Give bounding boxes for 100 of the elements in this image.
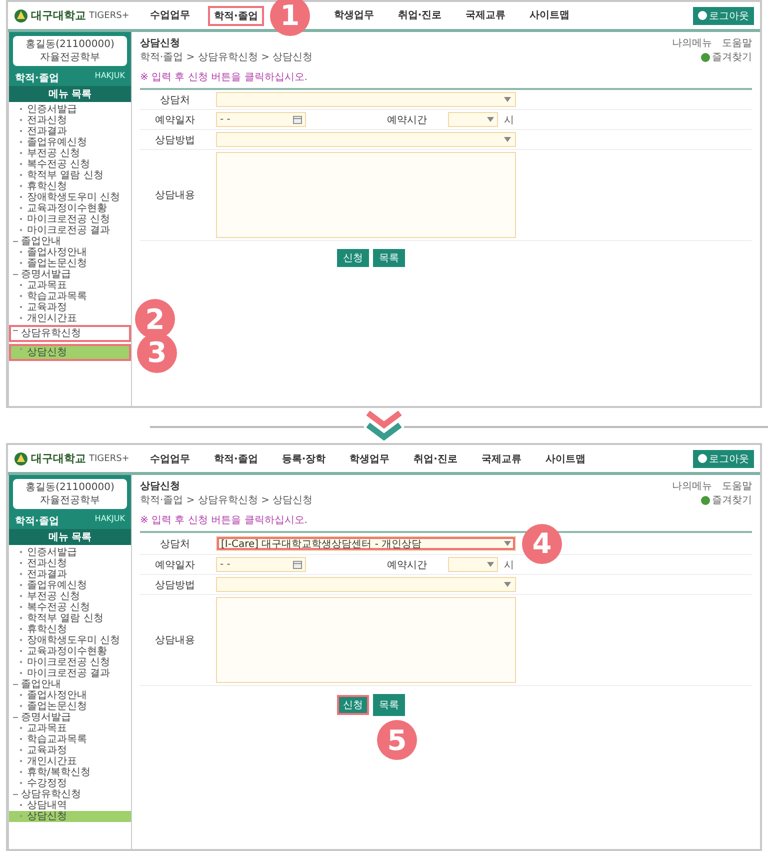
menu-group[interactable]: 졸업안내 — [9, 236, 131, 247]
time-select[interactable] — [448, 112, 498, 127]
menu-item[interactable]: 복수전공 신청 — [9, 602, 131, 613]
menu-item[interactable]: 장애학생도우미 신청 — [9, 635, 131, 646]
menu-item[interactable]: 전과결과 — [9, 569, 131, 580]
field-label: 상담처 — [159, 538, 191, 550]
favorite-link[interactable]: 즐겨찾기 — [701, 50, 752, 64]
menu-item[interactable]: 학습교과목록 — [9, 291, 131, 302]
menu-item[interactable]: 복수전공 신청 — [9, 159, 131, 170]
menu-item[interactable]: 휴학/복학신청 — [9, 767, 131, 778]
menu-group[interactable]: 상담유학신청 — [9, 789, 131, 800]
menu-group[interactable]: 졸업안내 — [9, 679, 131, 690]
menu-item[interactable]: 전과신청 — [9, 115, 131, 126]
nav-menu-item[interactable]: 학적·졸업 — [208, 6, 264, 26]
text-area[interactable] — [216, 152, 516, 238]
dropdown-caret-icon — [487, 117, 494, 122]
form-button[interactable]: 신청 — [337, 249, 369, 267]
step-number-badge: 4 — [522, 524, 562, 564]
menu-item[interactable]: 수강정정 — [9, 778, 131, 789]
step-number-badge: 3 — [137, 332, 177, 372]
menu-item[interactable]: 졸업사정안내 — [9, 247, 131, 258]
menu-item[interactable]: 마이크로전공 결과 — [9, 225, 131, 236]
menu-item[interactable]: 졸업유예신청 — [9, 580, 131, 591]
menu-item[interactable]: 졸업논문신청 — [9, 258, 131, 269]
nav-menu-item[interactable]: 사이트맵 — [524, 4, 576, 26]
dropdown-caret-icon — [504, 541, 511, 546]
menu-item[interactable]: 인증서발급 — [9, 547, 131, 558]
form-button[interactable]: 목록 — [373, 694, 405, 716]
section-subtitle: HAKJUK — [94, 514, 125, 525]
form-button[interactable]: 목록 — [373, 249, 405, 267]
menu-item[interactable]: 개인시간표 — [9, 313, 131, 324]
menu-item[interactable]: 교과목표 — [9, 723, 131, 734]
menu-group[interactable]: 증명서발급 — [9, 712, 131, 723]
menu-item[interactable]: 부전공 신청 — [9, 591, 131, 602]
date-field[interactable]: - - — [216, 112, 306, 127]
menu-item[interactable]: 학습교과목록 — [9, 734, 131, 745]
menu-item[interactable]: 학적부 열람 신청 — [9, 613, 131, 624]
field-label: 예약일자 — [154, 558, 196, 572]
nav-menu-item[interactable]: 학생업무 — [328, 4, 380, 26]
time-select[interactable] — [448, 557, 498, 572]
field-label: 상담내용 — [154, 634, 196, 647]
menu-item[interactable]: 교육과정 — [9, 745, 131, 756]
nav-menu-item[interactable]: 수업업무 — [144, 448, 196, 468]
select-field[interactable] — [216, 577, 516, 592]
select-field[interactable] — [216, 132, 516, 147]
step-number-badge: 1 — [270, 0, 310, 36]
text-area[interactable] — [216, 597, 516, 683]
logo-text: 대구대학교 — [31, 8, 86, 23]
menu-item[interactable]: 전과결과 — [9, 126, 131, 137]
menu-group[interactable]: 상담유학신청 — [9, 325, 131, 342]
nav-menu-item[interactable]: 국제교류 — [475, 448, 528, 468]
dropdown-caret-icon — [504, 97, 511, 102]
page-tab[interactable]: 상담신청 — [140, 36, 180, 50]
menu-item[interactable]: 마이크로전공 신청 — [9, 657, 131, 668]
menu-item[interactable]: 졸업사정안내 — [9, 690, 131, 701]
field-label: 예약일자 — [154, 114, 196, 126]
menu-item[interactable]: 졸업논문신청 — [9, 701, 131, 712]
logo-subtitle: TIGERS+ — [89, 10, 130, 20]
menu-item[interactable]: 휴학신청 — [9, 181, 131, 192]
logout-button[interactable]: 로그아웃 — [693, 6, 754, 24]
menu-group[interactable]: 증명서발급 — [9, 269, 131, 280]
nav-menu-item[interactable]: 수업업무 — [144, 4, 196, 26]
menu-item[interactable]: 교육과정 — [9, 302, 131, 313]
nav-menu-item[interactable]: 취업·진로 — [392, 4, 448, 26]
menu-item[interactable]: 교과목표 — [9, 280, 131, 291]
menu-item[interactable]: 상담신청 — [9, 344, 131, 361]
menu-item[interactable]: 교육과정이수현황 — [9, 203, 131, 214]
nav-menu-item[interactable]: 국제교류 — [460, 4, 512, 26]
menu-item[interactable]: 장애학생도우미 신청 — [9, 192, 131, 203]
nav-menu-item[interactable]: 학생업무 — [344, 448, 396, 468]
select-field[interactable] — [216, 92, 516, 107]
nav-menu-item[interactable]: 등록·장학 — [276, 448, 332, 468]
select-field[interactable]: [I-Care] 대구대학교학생상담센터 - 개인상담 — [216, 536, 516, 551]
header-link[interactable]: 도움말 — [722, 479, 752, 493]
menu-item[interactable]: 인증서발급 — [9, 104, 131, 115]
form-button[interactable]: 신청 — [337, 695, 369, 715]
calendar-icon — [293, 560, 302, 569]
favorite-link[interactable]: 즐겨찾기 — [701, 493, 752, 507]
menu-title: 메뉴 목록 — [9, 529, 131, 545]
header-link[interactable]: 나의메뉴 — [672, 479, 712, 493]
date-field[interactable]: - - — [216, 557, 306, 572]
menu-item[interactable]: 상담내역 — [9, 800, 131, 811]
menu-item[interactable]: 휴학신청 — [9, 624, 131, 635]
header-link[interactable]: 나의메뉴 — [672, 36, 712, 50]
page-tab[interactable]: 상담신청 — [140, 479, 180, 493]
header-link[interactable]: 도움말 — [722, 36, 752, 50]
menu-item[interactable]: 교육과정이수현황 — [9, 646, 131, 657]
menu-item[interactable]: 마이크로전공 신청 — [9, 214, 131, 225]
nav-menu-item[interactable]: 학적·졸업 — [208, 448, 264, 468]
menu-item[interactable]: 학적부 열람 신청 — [9, 170, 131, 181]
nav-menu-item[interactable]: 사이트맵 — [539, 448, 592, 468]
menu-item[interactable]: 개인시간표 — [9, 756, 131, 767]
field-label: 예약시간 — [386, 558, 428, 572]
menu-item[interactable]: 전과신청 — [9, 558, 131, 569]
menu-item[interactable]: 졸업유예신청 — [9, 137, 131, 148]
nav-menu-item[interactable]: 취업·진로 — [408, 448, 464, 468]
menu-item[interactable]: 부전공 신청 — [9, 148, 131, 159]
logout-button[interactable]: 로그아웃 — [693, 450, 754, 468]
menu-item[interactable]: 상담신청 — [9, 811, 131, 822]
menu-item[interactable]: 마이크로전공 결과 — [9, 668, 131, 679]
